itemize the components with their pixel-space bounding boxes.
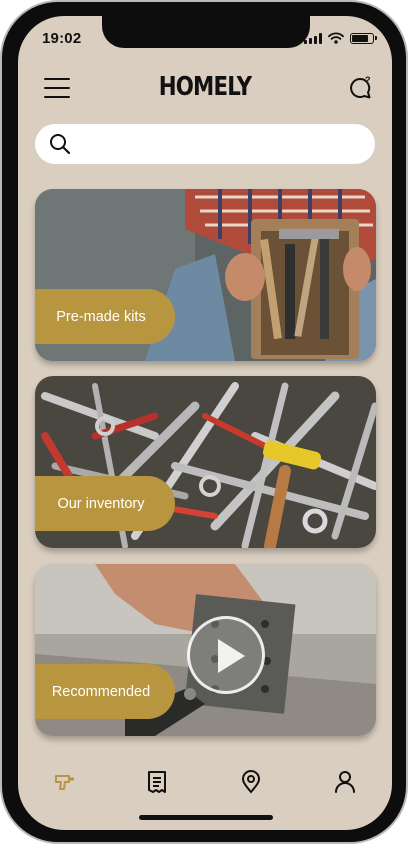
app-header: HOMELY ? bbox=[18, 70, 392, 110]
svg-text:?: ? bbox=[365, 75, 371, 85]
user-icon bbox=[335, 771, 355, 793]
tab-stores[interactable] bbox=[236, 768, 266, 796]
signal-icon bbox=[304, 32, 322, 44]
tab-orders[interactable] bbox=[142, 768, 172, 796]
wifi-icon bbox=[328, 32, 344, 44]
chat-question-icon[interactable]: ? bbox=[346, 74, 374, 102]
battery-icon bbox=[350, 32, 377, 44]
tab-tools[interactable] bbox=[50, 768, 80, 796]
play-video-button[interactable] bbox=[187, 616, 265, 694]
home-indicator[interactable] bbox=[139, 815, 273, 820]
app-screen: 19:02 HOMELY ? Pre-made kits Our invento… bbox=[18, 16, 392, 830]
status-time: 19:02 bbox=[42, 30, 82, 47]
search-bar[interactable] bbox=[35, 124, 375, 164]
card-pre-made-kits[interactable]: Pre-made kits bbox=[35, 189, 376, 361]
bottom-tab-bar bbox=[18, 764, 392, 800]
card-label-pre-made-kits[interactable]: Pre-made kits bbox=[35, 289, 175, 344]
phone-frame: 19:02 HOMELY ? Pre-made kits Our invento… bbox=[0, 0, 408, 844]
tab-profile[interactable] bbox=[330, 768, 360, 796]
card-label-recommended[interactable]: Recommended bbox=[35, 664, 175, 719]
card-recommended[interactable]: Recommended bbox=[35, 564, 376, 736]
search-input[interactable] bbox=[81, 124, 361, 164]
receipt-icon bbox=[148, 771, 166, 793]
location-pin-icon bbox=[241, 770, 261, 794]
card-label-our-inventory[interactable]: Our inventory bbox=[35, 476, 175, 531]
app-logo-title: HOMELY bbox=[158, 72, 252, 102]
notch bbox=[102, 16, 310, 48]
search-icon bbox=[50, 134, 71, 155]
drill-icon bbox=[55, 775, 74, 790]
status-icons bbox=[304, 32, 377, 44]
card-our-inventory[interactable]: Our inventory bbox=[35, 376, 376, 548]
